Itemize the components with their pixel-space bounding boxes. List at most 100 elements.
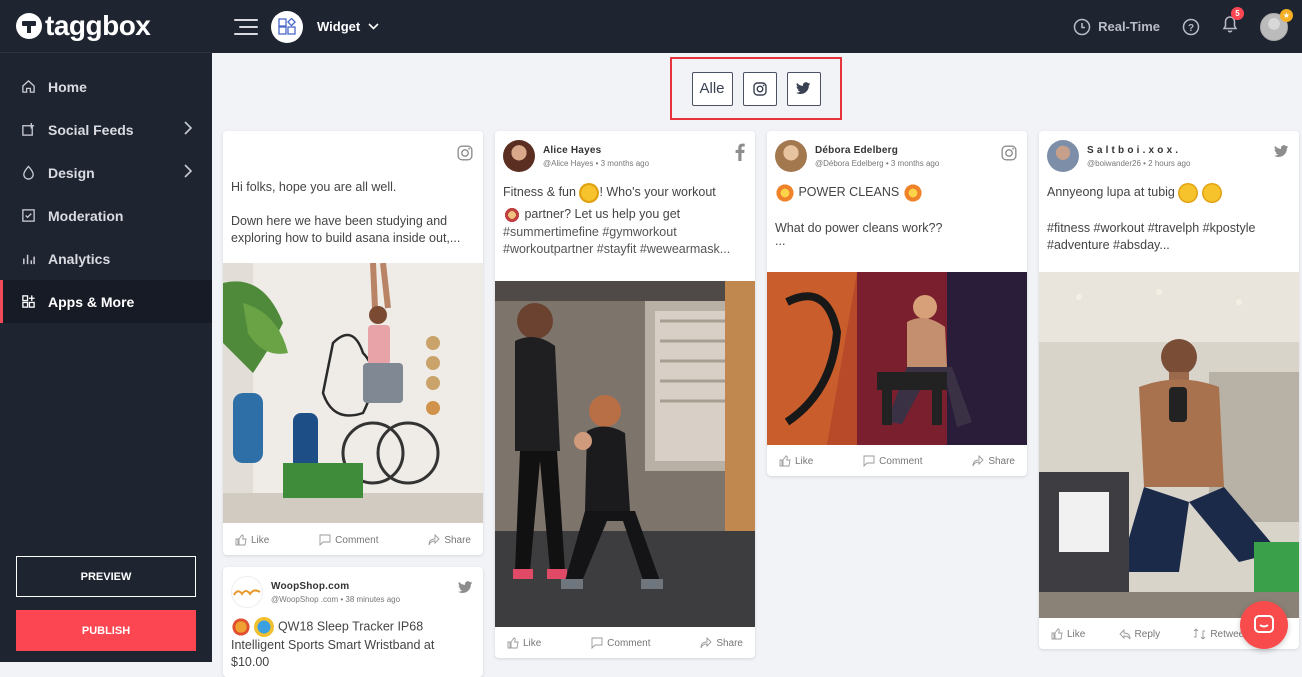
star-eyes-emoji-icon — [579, 182, 600, 203]
post-meta: @WoopShop .com • 38 minutes ago — [271, 594, 401, 604]
notifications-button[interactable]: 5 — [1222, 7, 1244, 38]
post-text-line: $10.00 — [231, 655, 270, 669]
post-image[interactable] — [1039, 272, 1299, 618]
taggbox-logo-icon — [16, 13, 42, 39]
grimacing-emoji-icon — [1178, 182, 1199, 203]
social-feeds-icon — [20, 122, 36, 138]
thumbs-up-icon — [779, 455, 791, 467]
post-text-line: Intelligent Sports Smart Wristband at — [231, 638, 435, 652]
publish-button[interactable]: PUBLISH — [16, 610, 196, 651]
post-header: Débora Edelberg @Débora Edelberg • 3 mon… — [767, 131, 1027, 173]
share-button[interactable]: Share — [700, 637, 743, 649]
post-image[interactable] — [767, 272, 1027, 445]
realtime-label: Real-Time — [1098, 19, 1160, 34]
post-header: Alice Hayes @Alice Hayes • 3 months ago — [495, 131, 755, 173]
filter-instagram-button[interactable] — [742, 71, 777, 106]
author-name[interactable]: WoopShop.com — [271, 581, 400, 592]
post-card[interactable]: Débora Edelberg @Débora Edelberg • 3 mon… — [767, 131, 1027, 476]
reply-button[interactable]: Reply — [1118, 628, 1161, 640]
sidebar-item-label: Social Feeds — [48, 121, 134, 138]
share-icon — [700, 637, 712, 649]
post-text-line: Annyeong lupa at tubig — [1047, 185, 1179, 199]
author-avatar[interactable] — [1047, 140, 1079, 172]
retweet-button[interactable]: Retweet — [1193, 628, 1247, 640]
sidebar-item-label: Moderation — [48, 207, 124, 224]
widget-selector[interactable]: Widget — [317, 19, 360, 34]
post-card[interactable]: S a l t b o i . x o x . @boiwander26 • 2… — [1039, 131, 1299, 649]
selfie-photo — [1039, 272, 1299, 618]
post-text-line: #summertimefine #gymworkout — [503, 225, 677, 239]
gym-photo — [495, 281, 755, 627]
share-button[interactable]: Share — [972, 455, 1015, 467]
share-button[interactable]: Share — [428, 534, 471, 546]
twitter-icon — [1274, 145, 1289, 157]
svg-text:?: ? — [1188, 23, 1194, 34]
widget-icon — [271, 10, 303, 43]
like-button[interactable]: Like — [235, 534, 269, 546]
chevron-right-icon — [184, 164, 192, 178]
comment-label: Comment — [607, 637, 651, 649]
post-text: Fitness & fun ! Who's your workout partn… — [495, 173, 755, 258]
facebook-icon — [735, 143, 745, 161]
chevron-down-icon[interactable] — [368, 23, 379, 30]
instagram-icon — [1001, 145, 1017, 161]
post-actions: Like Comment Share — [767, 446, 1027, 476]
chat-support-button[interactable] — [1240, 601, 1288, 649]
help-icon[interactable]: ? — [1182, 18, 1200, 36]
sidebar: taggbox Home Social Feeds Design Moderat… — [0, 0, 212, 662]
post-text-line: #fitness #workout #travelph #kpostyle — [1047, 221, 1256, 235]
post-text-line: Fitness & fun — [503, 185, 580, 199]
analytics-icon — [20, 251, 36, 267]
sidebar-item-analytics[interactable]: Analytics — [0, 237, 212, 280]
like-label: Like — [795, 455, 814, 467]
thumbs-up-icon — [507, 637, 519, 649]
instagram-icon — [457, 145, 473, 161]
author-name[interactable]: Débora Edelberg — [815, 145, 939, 156]
filter-twitter-button[interactable] — [786, 71, 821, 106]
logo[interactable]: taggbox — [0, 0, 212, 53]
woopshop-logo-icon — [233, 589, 261, 596]
post-meta: @Débora Edelberg • 3 months ago — [815, 158, 940, 168]
comment-button[interactable]: Comment — [319, 534, 379, 546]
share-label: Share — [444, 534, 471, 546]
post-text-line: QW18 Sleep Tracker IP68 — [274, 619, 424, 634]
share-icon — [428, 534, 440, 546]
user-avatar[interactable]: ★ — [1260, 8, 1293, 41]
realtime-button[interactable]: Real-Time — [1073, 18, 1160, 36]
comment-button[interactable]: Comment — [863, 455, 923, 467]
apps-icon — [20, 294, 36, 310]
author-avatar[interactable] — [231, 576, 263, 608]
like-button[interactable]: Like — [507, 637, 541, 649]
post-card[interactable]: Hi folks, hope you are all well. Down he… — [223, 131, 483, 555]
sidebar-item-design[interactable]: Design — [0, 151, 212, 194]
sidebar-item-moderation[interactable]: Moderation — [0, 194, 212, 237]
twitter-icon — [796, 82, 811, 94]
menu-toggle-icon[interactable] — [234, 18, 258, 35]
comment-button[interactable]: Comment — [591, 637, 651, 649]
filter-all-button[interactable]: Alle — [691, 71, 733, 106]
author-name[interactable]: Alice Hayes — [543, 145, 649, 156]
sidebar-item-home[interactable]: Home — [0, 65, 212, 108]
like-button[interactable]: Like — [1051, 628, 1085, 640]
reply-label: Reply — [1134, 628, 1161, 640]
post-card[interactable]: WoopShop.com @WoopShop .com • 38 minutes… — [223, 567, 483, 677]
share-icon — [972, 455, 984, 467]
like-button[interactable]: Like — [779, 455, 813, 467]
post-text-line: ... — [775, 234, 786, 248]
sleep-emoji-icon — [254, 617, 275, 637]
author-name[interactable]: S a l t b o i . x o x . — [1087, 145, 1190, 156]
thumbs-up-icon — [235, 534, 247, 546]
post-text-line: #adventure #absday... — [1047, 238, 1170, 252]
author-avatar[interactable] — [775, 140, 807, 172]
author-avatar[interactable] — [503, 140, 535, 172]
sidebar-item-label: Design — [48, 164, 95, 181]
post-image[interactable] — [495, 281, 755, 627]
collision-emoji-icon — [775, 182, 795, 203]
sidebar-item-social-feeds[interactable]: Social Feeds — [0, 108, 212, 151]
post-card[interactable]: Alice Hayes @Alice Hayes • 3 months ago … — [495, 131, 755, 658]
preview-button[interactable]: PREVIEW — [16, 556, 196, 597]
instagram-icon — [752, 81, 767, 96]
sidebar-item-apps-more[interactable]: Apps & More — [0, 280, 212, 323]
sidebar-item-label: Analytics — [48, 250, 111, 267]
post-image[interactable] — [223, 262, 483, 523]
